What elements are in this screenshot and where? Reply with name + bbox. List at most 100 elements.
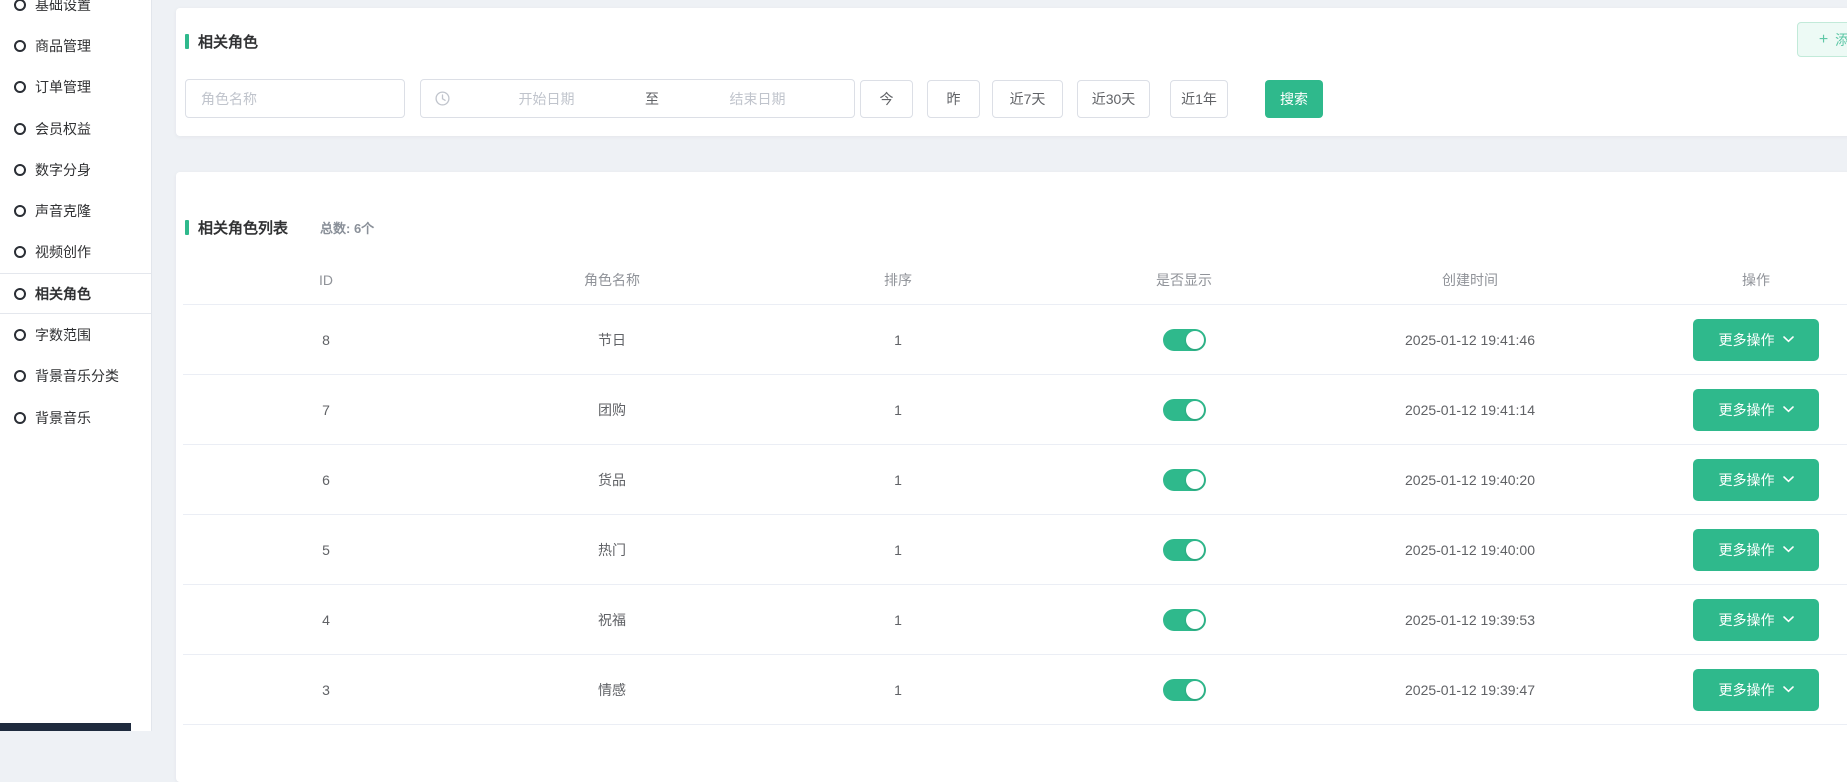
more-actions-label: 更多操作 — [1719, 330, 1775, 350]
cell-id: 5 — [183, 542, 469, 558]
cell-visibility — [1041, 329, 1327, 351]
list-card: 相关角色列表 总数: 6个 ID角色名称排序是否显示创建时间操作 8节日1202… — [176, 172, 1847, 782]
roles-table: ID角色名称排序是否显示创建时间操作 8节日12025-01-12 19:41:… — [183, 255, 1847, 725]
filter-card: 相关角色 开始日期 至 结束日期 今昨近7天近30天近1年 搜索 + 添加 — [176, 8, 1847, 136]
sidebar-item-label: 会员权益 — [35, 119, 91, 139]
more-actions-button[interactable]: 更多操作 — [1693, 599, 1819, 641]
bottom-partial-bar — [0, 723, 131, 731]
sidebar-item[interactable]: 会员权益 — [0, 108, 151, 149]
sidebar-item[interactable]: 背景音乐分类 — [0, 356, 151, 397]
cell-sort: 1 — [755, 542, 1041, 558]
sidebar: 基础设置商品管理订单管理会员权益数字分身声音克隆视频创作相关角色字数范围背景音乐… — [0, 0, 152, 731]
more-actions-button[interactable]: 更多操作 — [1693, 669, 1819, 711]
cell-created-time: 2025-01-12 19:40:20 — [1327, 472, 1613, 488]
more-actions-button[interactable]: 更多操作 — [1693, 389, 1819, 431]
cell-created-time: 2025-01-12 19:41:14 — [1327, 402, 1613, 418]
table-row: 8节日12025-01-12 19:41:46更多操作 — [183, 305, 1847, 375]
toggle-knob-icon — [1186, 471, 1204, 489]
cell-created-time: 2025-01-12 19:39:47 — [1327, 682, 1613, 698]
sidebar-item[interactable]: 背景音乐 — [0, 397, 151, 438]
add-role-button-label: 添加 — [1835, 30, 1847, 50]
sidebar-item[interactable]: 订单管理 — [0, 67, 151, 108]
sidebar-item-label: 数字分身 — [35, 160, 91, 180]
cell-actions: 更多操作 — [1613, 389, 1847, 431]
more-actions-label: 更多操作 — [1719, 400, 1775, 420]
table-row: 3情感12025-01-12 19:39:47更多操作 — [183, 655, 1847, 725]
sidebar-menu: 基础设置商品管理订单管理会员权益数字分身声音克隆视频创作相关角色字数范围背景音乐… — [0, 0, 151, 438]
quick-filter-group: 今昨近7天近30天近1年 — [176, 8, 1847, 136]
radio-circle-icon — [14, 205, 26, 217]
visibility-toggle[interactable] — [1163, 329, 1206, 351]
visibility-toggle[interactable] — [1163, 609, 1206, 631]
more-actions-label: 更多操作 — [1719, 610, 1775, 630]
more-actions-button[interactable]: 更多操作 — [1693, 319, 1819, 361]
quick-range-button[interactable]: 今 — [860, 80, 913, 118]
cell-sort: 1 — [755, 402, 1041, 418]
cell-visibility — [1041, 679, 1327, 701]
toggle-knob-icon — [1186, 401, 1204, 419]
quick-range-button[interactable]: 近7天 — [992, 80, 1063, 118]
sidebar-item-label: 商品管理 — [35, 36, 91, 56]
quick-range-button[interactable]: 近30天 — [1077, 80, 1150, 118]
sidebar-item[interactable]: 字数范围 — [0, 314, 151, 355]
visibility-toggle[interactable] — [1163, 469, 1206, 491]
chevron-down-icon — [1783, 406, 1794, 413]
cell-sort: 1 — [755, 612, 1041, 628]
radio-circle-icon — [14, 40, 26, 52]
toggle-knob-icon — [1186, 681, 1204, 699]
title-accent-bar-icon — [185, 220, 189, 235]
table-row: 4祝福12025-01-12 19:39:53更多操作 — [183, 585, 1847, 655]
table-row: 5热门12025-01-12 19:40:00更多操作 — [183, 515, 1847, 585]
radio-circle-icon — [14, 81, 26, 93]
column-header: 角色名称 — [469, 270, 755, 290]
visibility-toggle[interactable] — [1163, 539, 1206, 561]
quick-range-button[interactable]: 昨 — [927, 80, 980, 118]
table-body: 8节日12025-01-12 19:41:46更多操作7团购12025-01-1… — [183, 305, 1847, 725]
cell-id: 3 — [183, 682, 469, 698]
cell-sort: 1 — [755, 682, 1041, 698]
toggle-knob-icon — [1186, 331, 1204, 349]
column-header: 排序 — [755, 270, 1041, 290]
radio-circle-icon — [14, 0, 26, 11]
chevron-down-icon — [1783, 546, 1794, 553]
toggle-knob-icon — [1186, 611, 1204, 629]
total-count-label: 总数: 6个 — [320, 218, 374, 237]
search-button[interactable]: 搜索 — [1265, 80, 1323, 118]
sidebar-item[interactable]: 视频创作 — [0, 232, 151, 273]
cell-id: 6 — [183, 472, 469, 488]
cell-sort: 1 — [755, 472, 1041, 488]
more-actions-button[interactable]: 更多操作 — [1693, 459, 1819, 501]
radio-circle-icon — [14, 412, 26, 424]
radio-circle-icon — [14, 288, 26, 300]
sidebar-item-selected[interactable]: 相关角色 — [0, 273, 151, 314]
more-actions-label: 更多操作 — [1719, 470, 1775, 490]
chevron-down-icon — [1783, 686, 1794, 693]
quick-range-button[interactable]: 近1年 — [1170, 80, 1228, 118]
list-card-title: 相关角色列表 — [198, 217, 288, 238]
more-actions-button[interactable]: 更多操作 — [1693, 529, 1819, 571]
sidebar-item[interactable]: 声音克隆 — [0, 190, 151, 231]
more-actions-label: 更多操作 — [1719, 680, 1775, 700]
cell-role-name: 热门 — [469, 540, 755, 560]
cell-visibility — [1041, 399, 1327, 421]
chevron-down-icon — [1783, 616, 1794, 623]
radio-circle-icon — [14, 370, 26, 382]
sidebar-item[interactable]: 基础设置 — [0, 0, 151, 25]
cell-id: 7 — [183, 402, 469, 418]
sidebar-item[interactable]: 数字分身 — [0, 149, 151, 190]
visibility-toggle[interactable] — [1163, 399, 1206, 421]
sidebar-item-label: 视频创作 — [35, 242, 91, 262]
plus-icon: + — [1819, 32, 1828, 48]
visibility-toggle[interactable] — [1163, 679, 1206, 701]
add-role-button[interactable]: + 添加 — [1797, 22, 1847, 57]
radio-circle-icon — [14, 123, 26, 135]
chevron-down-icon — [1783, 336, 1794, 343]
cell-visibility — [1041, 609, 1327, 631]
sidebar-item[interactable]: 商品管理 — [0, 25, 151, 66]
cell-role-name: 货品 — [469, 470, 755, 490]
sidebar-item-label: 声音克隆 — [35, 201, 91, 221]
sidebar-item-label: 相关角色 — [35, 284, 91, 304]
table-row: 6货品1 2025-01-12 19:40:20 更多操作 — [183, 445, 1847, 515]
cell-actions: 更多操作 — [1613, 459, 1847, 501]
cell-role-name: 团购 — [469, 400, 755, 420]
